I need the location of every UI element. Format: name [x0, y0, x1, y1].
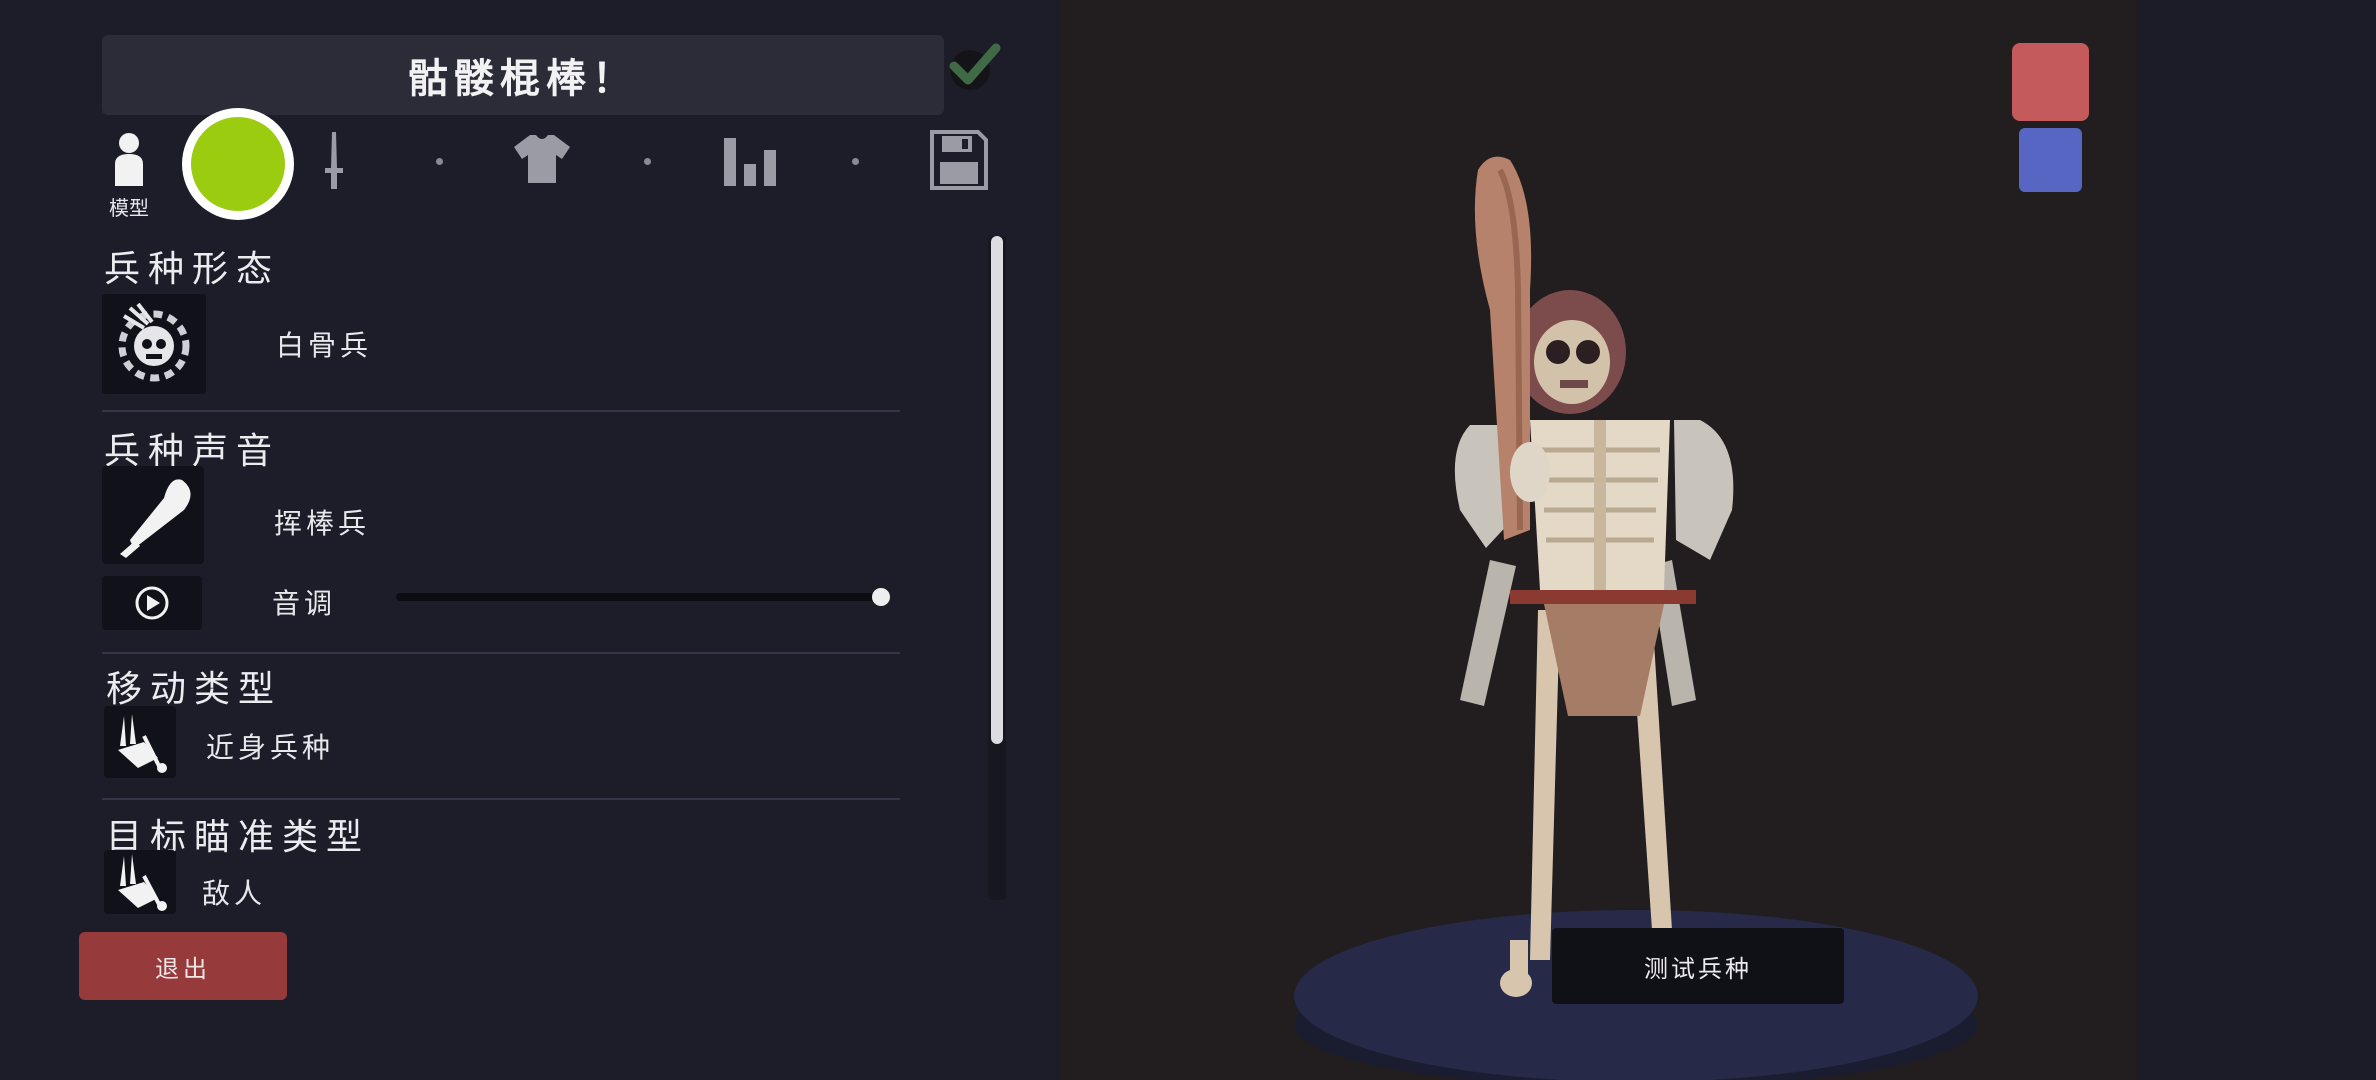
bar-chart-icon[interactable]: [724, 136, 780, 186]
unit-form-selector[interactable]: [102, 294, 206, 394]
pitch-label: 音调: [272, 587, 337, 620]
checkmark-icon[interactable]: [946, 40, 1002, 92]
unit-form-value: 白骨兵: [276, 329, 373, 362]
unit-voice-value: 挥棒兵: [274, 507, 371, 540]
scrollbar-thumb[interactable]: [991, 236, 1003, 744]
divider: [102, 652, 900, 654]
unit-name-field[interactable]: 骷髅棍棒！: [102, 35, 944, 115]
target-enemy-icon: [118, 854, 167, 911]
targeting-type-selector[interactable]: [104, 850, 176, 914]
melee-icon: [118, 714, 167, 773]
save-icon[interactable]: [930, 130, 988, 190]
editor-panel: 骷髅棍棒！ 模型 兵种形态 白骨兵 兵种声音 挥棒兵 音调 移动类型 近身兵种 …: [0, 0, 1060, 1080]
skeleton-gear-icon: [118, 302, 190, 382]
movement-type-selector[interactable]: [104, 706, 176, 778]
color-swatch[interactable]: [182, 108, 294, 220]
test-unit-button[interactable]: 测试兵种: [1552, 928, 1844, 1004]
pitch-slider[interactable]: [396, 588, 890, 606]
tab-model[interactable]: 模型: [98, 132, 160, 224]
tab-model-label: 模型: [109, 196, 149, 220]
divider: [102, 798, 900, 800]
unit-name: 骷髅棍棒！: [408, 56, 638, 102]
unit-preview-viewport[interactable]: 测试兵种: [1060, 0, 2138, 1080]
divider: [102, 410, 900, 412]
team-red-button[interactable]: [2012, 43, 2089, 121]
pitch-slider-knob[interactable]: [872, 588, 890, 606]
person-icon: [115, 133, 143, 186]
section-title-unit-form: 兵种形态: [104, 249, 281, 290]
section-title-movement-type: 移动类型: [106, 669, 283, 710]
color-swatch-fill: [191, 117, 285, 211]
separator-dot: [852, 158, 859, 165]
skeleton-club-model: [1294, 156, 1978, 1080]
play-icon: [135, 586, 169, 620]
separator-dot: [436, 158, 443, 165]
right-margin: [2138, 0, 2376, 1080]
exit-button[interactable]: 退出: [79, 932, 287, 1000]
scrollbar[interactable]: [988, 236, 1006, 900]
unit-voice-selector[interactable]: [102, 466, 204, 564]
shirt-icon[interactable]: [512, 133, 572, 185]
movement-type-value: 近身兵种: [206, 731, 335, 764]
targeting-type-value: 敌人: [202, 877, 267, 910]
play-voice-button[interactable]: [102, 576, 202, 630]
sword-icon[interactable]: [322, 130, 346, 192]
team-blue-button[interactable]: [2019, 128, 2082, 192]
separator-dot: [644, 158, 651, 165]
club-icon: [120, 479, 191, 558]
